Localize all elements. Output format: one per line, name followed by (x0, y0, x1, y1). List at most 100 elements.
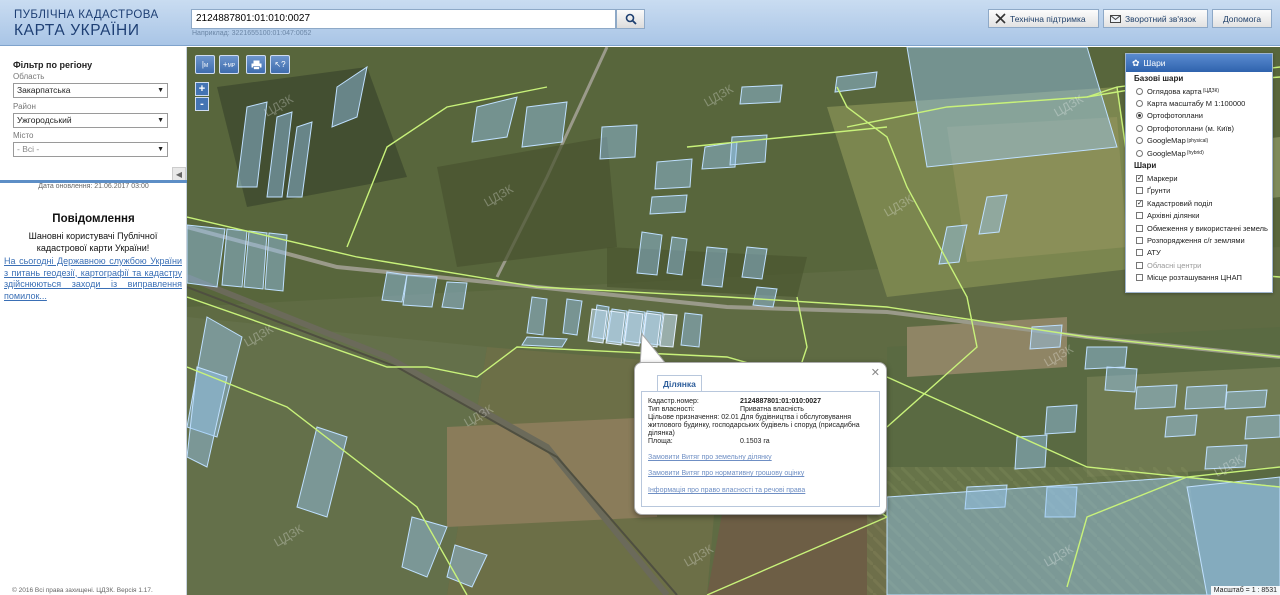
layers-panel-header[interactable]: ✿ Шари (1126, 54, 1272, 72)
base-layer-2[interactable]: Ортофотоплани (1126, 110, 1272, 122)
cadastral-number-label: Кадастр.номер: (648, 398, 699, 405)
dropdown-arrow-icon: ▼ (157, 146, 164, 153)
logo-line-1: ПУБЛІЧНА КАДАСТРОВА (14, 9, 159, 21)
close-icon[interactable]: ✕ (871, 366, 880, 379)
checkbox[interactable] (1136, 274, 1143, 282)
ownership-info-link[interactable]: Інформація про право власності та речові… (648, 487, 805, 494)
feedback-button[interactable]: Зворотний зв'язок (1103, 9, 1208, 28)
copyright: © 2016 Всі права захищені. ЦДЗК. Версія … (12, 587, 153, 594)
overlay-layer-5[interactable]: Розпорядження с/г землями (1126, 234, 1272, 246)
search-hint: Наприклад: 3221655100:01:047:0052 (192, 30, 312, 37)
layers-title: Шари (1143, 58, 1166, 68)
overlay-layer-1[interactable]: Ґрунти (1126, 185, 1272, 197)
help-button[interactable]: Допомога (1212, 9, 1272, 28)
print-button[interactable] (246, 55, 266, 74)
news-title: Повідомлення (52, 213, 135, 225)
city-select-value: - Всі - (17, 144, 40, 154)
tab-parcel[interactable]: Ділянка (657, 375, 702, 392)
city-label: Місто (13, 131, 34, 140)
dropdown-arrow-icon: ▼ (157, 87, 164, 94)
printer-icon (251, 60, 261, 70)
cadastral-number-value: 2124887801:01:010:0027 (740, 398, 821, 405)
checkbox[interactable]: ✓ (1136, 199, 1143, 207)
checkbox[interactable]: ✓ (1136, 175, 1143, 183)
checkbox[interactable] (1136, 212, 1143, 220)
radio-button[interactable] (1136, 137, 1143, 145)
overlay-layer-label: Обмеження у використанні земель (1147, 223, 1268, 233)
header-bar: ПУБЛІЧНА КАДАСТРОВА КАРТА УКРАЇНИ 212488… (0, 0, 1280, 46)
parcel-info-content: Кадастр.номер: 2124887801:01:010:0027 Ти… (641, 391, 880, 507)
checkbox[interactable] (1136, 236, 1143, 244)
area-value: 0.1503 га (740, 438, 770, 445)
cadastral-search-input[interactable]: 2124887801:01:010:0027 (191, 9, 616, 29)
layers-panel: ✿ Шари Базові шари Оглядова карта (ЦДЗК) К… (1125, 53, 1273, 293)
overlay-layer-label: Ґрунти (1147, 186, 1171, 196)
purpose-label: Цільове призначення: (648, 414, 720, 421)
overlay-layer-8[interactable]: Місце розташування ЦНАП (1126, 271, 1272, 283)
map-scale: Масштаб = 1 : 8531 (1210, 586, 1280, 595)
area-ruler-icon: +MP (222, 60, 236, 69)
zoom-out-button[interactable]: - (195, 97, 209, 111)
overlay-layer-label: Розпорядження с/г землями (1147, 235, 1245, 245)
base-layer-label: GoogleMap (1147, 136, 1186, 146)
purpose-row: Цільове призначення: 02.01 Для будівницт… (648, 414, 884, 438)
overlay-layer-7[interactable]: Обласні центри (1126, 259, 1272, 271)
overlay-layer-label: Обласні центри (1147, 260, 1202, 270)
ruler-icon: |M (201, 60, 209, 69)
overlay-layer-label: Архівні ділянки (1147, 211, 1200, 221)
envelope-icon (1110, 14, 1121, 23)
overlay-layer-3[interactable]: Архівні ділянки (1126, 210, 1272, 222)
radio-button[interactable] (1136, 100, 1143, 108)
checkbox[interactable] (1136, 249, 1143, 257)
checkbox[interactable] (1136, 187, 1143, 195)
base-layer-1[interactable]: Карта масштабу М 1:100000 (1126, 97, 1272, 109)
collapse-sidebar-button[interactable]: ◀ (172, 167, 186, 181)
district-select[interactable]: Ужгородський ▼ (13, 113, 168, 128)
measure-area-button[interactable]: +MP (219, 55, 239, 74)
radio-button[interactable] (1136, 87, 1143, 95)
ownership-label: Тип власності: (648, 406, 695, 413)
update-date: Дата оновлення: 21.06.2017 03:00 (38, 183, 149, 190)
base-layer-4[interactable]: GoogleMap (physical) (1126, 135, 1272, 147)
measure-distance-button[interactable]: |M (195, 55, 215, 74)
ownership-value: Приватна власність (740, 406, 804, 413)
map-view[interactable]: ЦДЗК ЦДЗК ЦДЗК ЦДЗК ЦДЗК ЦДЗК ЦДЗК ЦДЗК … (187, 47, 1280, 595)
base-layer-note: (ЦДЗК) (1202, 88, 1220, 95)
checkbox[interactable] (1136, 224, 1143, 232)
news-link[interactable]: На сьогодні Державною службою України з … (4, 256, 182, 302)
identify-button[interactable]: ↖? (270, 55, 290, 74)
base-layer-label: Карта масштабу М 1:100000 (1147, 99, 1246, 109)
overlay-layers-title: Шари (1134, 161, 1157, 171)
overlay-layer-label: АТУ (1147, 248, 1161, 258)
search-icon (625, 13, 637, 25)
region-select[interactable]: Закарпатська ▼ (13, 83, 168, 98)
overlay-layer-4[interactable]: Обмеження у використанні земель (1126, 222, 1272, 234)
area-label: Площа: (648, 438, 673, 445)
base-layer-0[interactable]: Оглядова карта (ЦДЗК) (1126, 85, 1272, 97)
base-layer-3[interactable]: Ортофотоплани (м. Київ) (1126, 122, 1272, 134)
region-select-value: Закарпатська (17, 85, 71, 95)
site-logo[interactable]: ПУБЛІЧНА КАДАСТРОВА КАРТА УКРАЇНИ (14, 9, 159, 38)
search-button[interactable] (616, 9, 645, 29)
base-layer-5[interactable]: GoogleMap (hybrid) (1126, 147, 1272, 159)
radio-button[interactable] (1136, 112, 1143, 120)
technical-support-button[interactable]: Технічна підтримка (988, 9, 1099, 28)
radio-button[interactable] (1136, 149, 1143, 157)
order-valuation-extract-link[interactable]: Замовити Витяг про нормативну грошову оц… (648, 470, 804, 477)
base-layer-note: (physical) (1186, 137, 1209, 144)
overlay-layer-2[interactable]: ✓ Кадастровий поділ (1126, 197, 1272, 209)
city-select[interactable]: - Всі - ▼ (13, 142, 168, 157)
order-parcel-extract-link[interactable]: Замовити Витяг про земельну ділянку (648, 454, 772, 461)
checkbox[interactable] (1136, 261, 1143, 269)
region-label: Область (13, 72, 45, 81)
zoom-in-button[interactable]: + (195, 82, 209, 96)
news-body: Шановні користувачі Публічної кадастрово… (28, 231, 158, 253)
overlay-layer-6[interactable]: АТУ (1126, 247, 1272, 259)
base-layer-label: Ортофотоплани (1147, 111, 1204, 121)
overlay-layer-0[interactable]: ✓ Маркери (1126, 172, 1272, 184)
radio-button[interactable] (1136, 124, 1143, 132)
base-layers-title: Базові шари (1134, 74, 1184, 83)
chevron-left-icon: ◀ (175, 169, 183, 179)
base-layer-label: Оглядова карта (1147, 86, 1202, 96)
help-label: Допомога (1222, 13, 1262, 24)
